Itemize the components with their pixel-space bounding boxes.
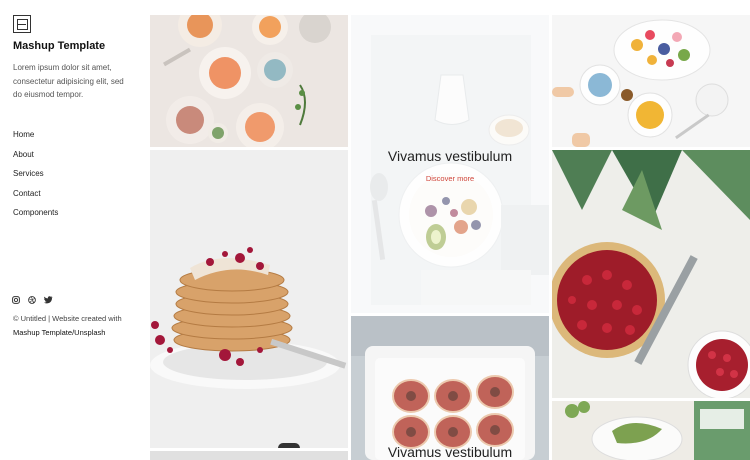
square-logo-icon[interactable]	[13, 15, 31, 33]
twitter-icon[interactable]	[44, 296, 53, 304]
pancakes-image	[150, 150, 348, 448]
food-plates-image	[150, 15, 348, 147]
salad-drink-image	[552, 401, 750, 460]
discover-more-link[interactable]: Discover more	[351, 174, 549, 183]
main-nav: Home About Services Contact Components	[13, 129, 58, 227]
credit-link[interactable]: Mashup Template/Unsplash	[13, 326, 143, 340]
featured-title: Vivamus vestibulum	[387, 148, 513, 164]
plums-overlay	[351, 316, 549, 460]
brand-name[interactable]: Mashup Template	[13, 40, 105, 52]
gallery-tile-plates[interactable]	[150, 15, 348, 147]
gallery-tile-salad[interactable]	[552, 401, 750, 460]
brand-tagline: Lorem ipsum dolor sit amet, consectetur …	[13, 63, 124, 99]
nav-item-services[interactable]: Services	[13, 168, 58, 188]
nav-item-contact[interactable]: Contact	[13, 188, 58, 208]
fruit-platter-image	[552, 15, 750, 147]
dribbble-icon[interactable]	[28, 296, 36, 304]
nav-item-components[interactable]: Components	[13, 207, 58, 227]
nav-item-about[interactable]: About	[13, 149, 58, 169]
nav-item-home[interactable]: Home	[13, 129, 58, 149]
sidebar: Mashup Template Lorem ipsum dolor sit am…	[0, 0, 150, 460]
gallery-tile-featured[interactable]: Vivamus vestibulum Discover more	[351, 15, 549, 313]
gallery-tile-partial[interactable]	[150, 451, 348, 460]
second-title: Vivamus vestibulum	[387, 444, 513, 460]
social-links	[12, 296, 53, 304]
gallery-tile-pancakes[interactable]	[150, 150, 348, 448]
gallery-tile-fruit-platter[interactable]	[552, 15, 750, 147]
gallery-tile-cherry-tart[interactable]	[552, 150, 750, 398]
gallery-tile-plums[interactable]: Vivamus vestibulum	[351, 316, 549, 460]
footer: © Untitled | Website created with Mashup…	[13, 312, 143, 340]
cherry-tart-image	[552, 150, 750, 398]
featured-overlay	[351, 15, 549, 313]
copyright-text: © Untitled | Website created with	[13, 314, 122, 323]
instagram-icon[interactable]	[12, 296, 20, 304]
